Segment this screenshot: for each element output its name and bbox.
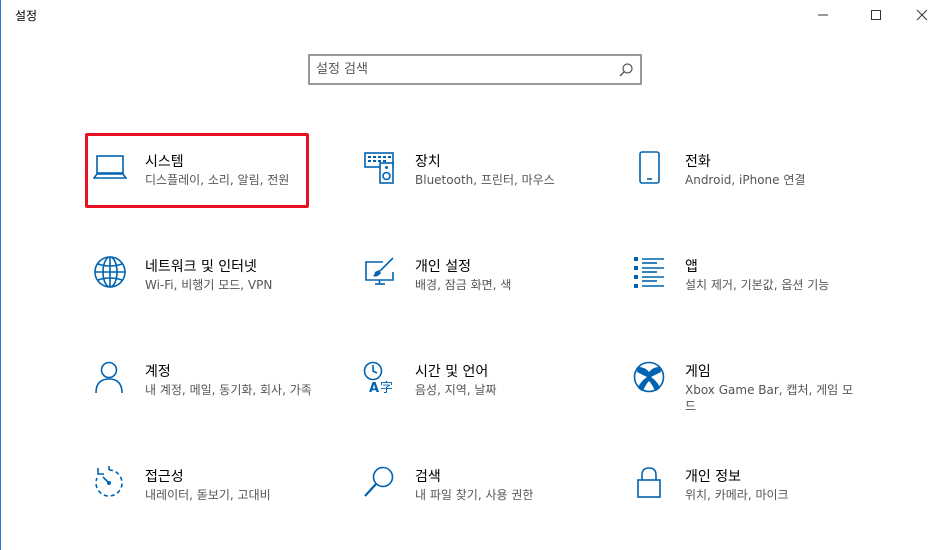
title-bar: 설정 xyxy=(1,0,936,30)
tile-devices[interactable]: 장치 Bluetooth, 프린터, 마우스 xyxy=(363,151,603,221)
tile-personalization-name: 개인 설정 xyxy=(415,259,471,275)
tile-apps-name: 앱 xyxy=(685,259,698,275)
tile-accounts[interactable]: 계정 내 계정, 메일, 동기화, 회사, 가족 xyxy=(93,361,333,431)
minimize-button[interactable] xyxy=(800,0,846,30)
time-language-icon: A字 xyxy=(363,361,397,395)
tile-accounts-desc: 내 계정, 메일, 동기화, 회사, 가족 xyxy=(145,383,312,397)
tile-privacy-name: 개인 정보 xyxy=(685,469,741,485)
tile-accessibility-desc: 내레이터, 돋보기, 고대비 xyxy=(145,488,271,502)
tile-devices-desc: Bluetooth, 프린터, 마우스 xyxy=(415,173,555,187)
tile-accessibility[interactable]: 접근성 내레이터, 돋보기, 고대비 xyxy=(93,466,333,536)
tile-system-desc: 디스플레이, 소리, 알림, 전원 xyxy=(145,173,290,187)
tile-time-language[interactable]: A字 시간 및 언어 음성, 지역, 날짜 xyxy=(363,361,603,431)
close-button[interactable] xyxy=(899,0,936,30)
tile-personalization[interactable]: 개인 설정 배경, 잠금 화면, 색 xyxy=(363,256,603,326)
tile-apps-desc: 설치 제거, 기본값, 옵션 기능 xyxy=(685,278,830,292)
svg-text:字: 字 xyxy=(380,381,393,395)
tile-network-desc: Wi-Fi, 비행기 모드, VPN xyxy=(145,278,273,292)
tile-time-language-name: 시간 및 언어 xyxy=(415,364,489,380)
maximize-icon xyxy=(871,10,881,20)
app-list-icon xyxy=(633,256,667,290)
tile-gaming[interactable]: 게임 Xbox Game Bar, 캡처, 게임 모드 xyxy=(633,361,873,431)
tile-network[interactable]: 네트워크 및 인터넷 Wi-Fi, 비행기 모드, VPN xyxy=(93,256,333,326)
tile-gaming-name: 게임 xyxy=(685,364,711,380)
tile-accounts-name: 계정 xyxy=(145,364,171,380)
close-icon xyxy=(916,9,928,21)
tile-phone[interactable]: 전화 Android, iPhone 연결 xyxy=(633,151,873,221)
search-icon[interactable] xyxy=(618,62,634,78)
laptop-icon xyxy=(93,151,127,185)
tile-time-language-desc: 음성, 지역, 날짜 xyxy=(415,383,497,397)
tile-search-name: 검색 xyxy=(415,469,441,485)
tile-gaming-desc: Xbox Game Bar, 캡처, 게임 모드 xyxy=(685,383,854,413)
tile-accessibility-name: 접근성 xyxy=(145,469,184,485)
keyboard-speaker-icon xyxy=(363,151,397,185)
xbox-icon xyxy=(633,361,667,395)
svg-text:A: A xyxy=(369,381,379,395)
tile-network-name: 네트워크 및 인터넷 xyxy=(145,259,257,275)
tile-privacy-desc: 위치, 카메라, 마이크 xyxy=(685,488,789,502)
tile-apps[interactable]: 앱 설치 제거, 기본값, 옵션 기능 xyxy=(633,256,873,326)
tile-system-name: 시스템 xyxy=(145,154,184,170)
maximize-button[interactable] xyxy=(853,0,899,30)
settings-window: 설정 시스템 디스플레이, 소리, 알림, 전원 xyxy=(0,0,936,550)
magnifier-icon xyxy=(363,466,397,500)
tile-system[interactable]: 시스템 디스플레이, 소리, 알림, 전원 xyxy=(93,151,333,221)
tile-search-desc: 내 파일 찾기, 사용 권한 xyxy=(415,488,534,502)
minimize-icon xyxy=(818,14,828,16)
paint-monitor-icon xyxy=(363,256,397,290)
settings-search-box[interactable] xyxy=(308,54,642,85)
tile-privacy[interactable]: 개인 정보 위치, 카메라, 마이크 xyxy=(633,466,873,536)
phone-icon xyxy=(633,151,667,185)
accessibility-timer-icon xyxy=(93,466,127,500)
globe-icon xyxy=(93,256,127,290)
lock-icon xyxy=(633,466,667,500)
person-icon xyxy=(93,361,127,395)
tile-devices-name: 장치 xyxy=(415,154,441,170)
window-title: 설정 xyxy=(15,9,38,23)
tile-search[interactable]: 검색 내 파일 찾기, 사용 권한 xyxy=(363,466,603,536)
tile-phone-name: 전화 xyxy=(685,154,711,170)
tile-personalization-desc: 배경, 잠금 화면, 색 xyxy=(415,278,512,292)
search-input[interactable] xyxy=(316,59,606,80)
tile-phone-desc: Android, iPhone 연결 xyxy=(685,173,806,187)
